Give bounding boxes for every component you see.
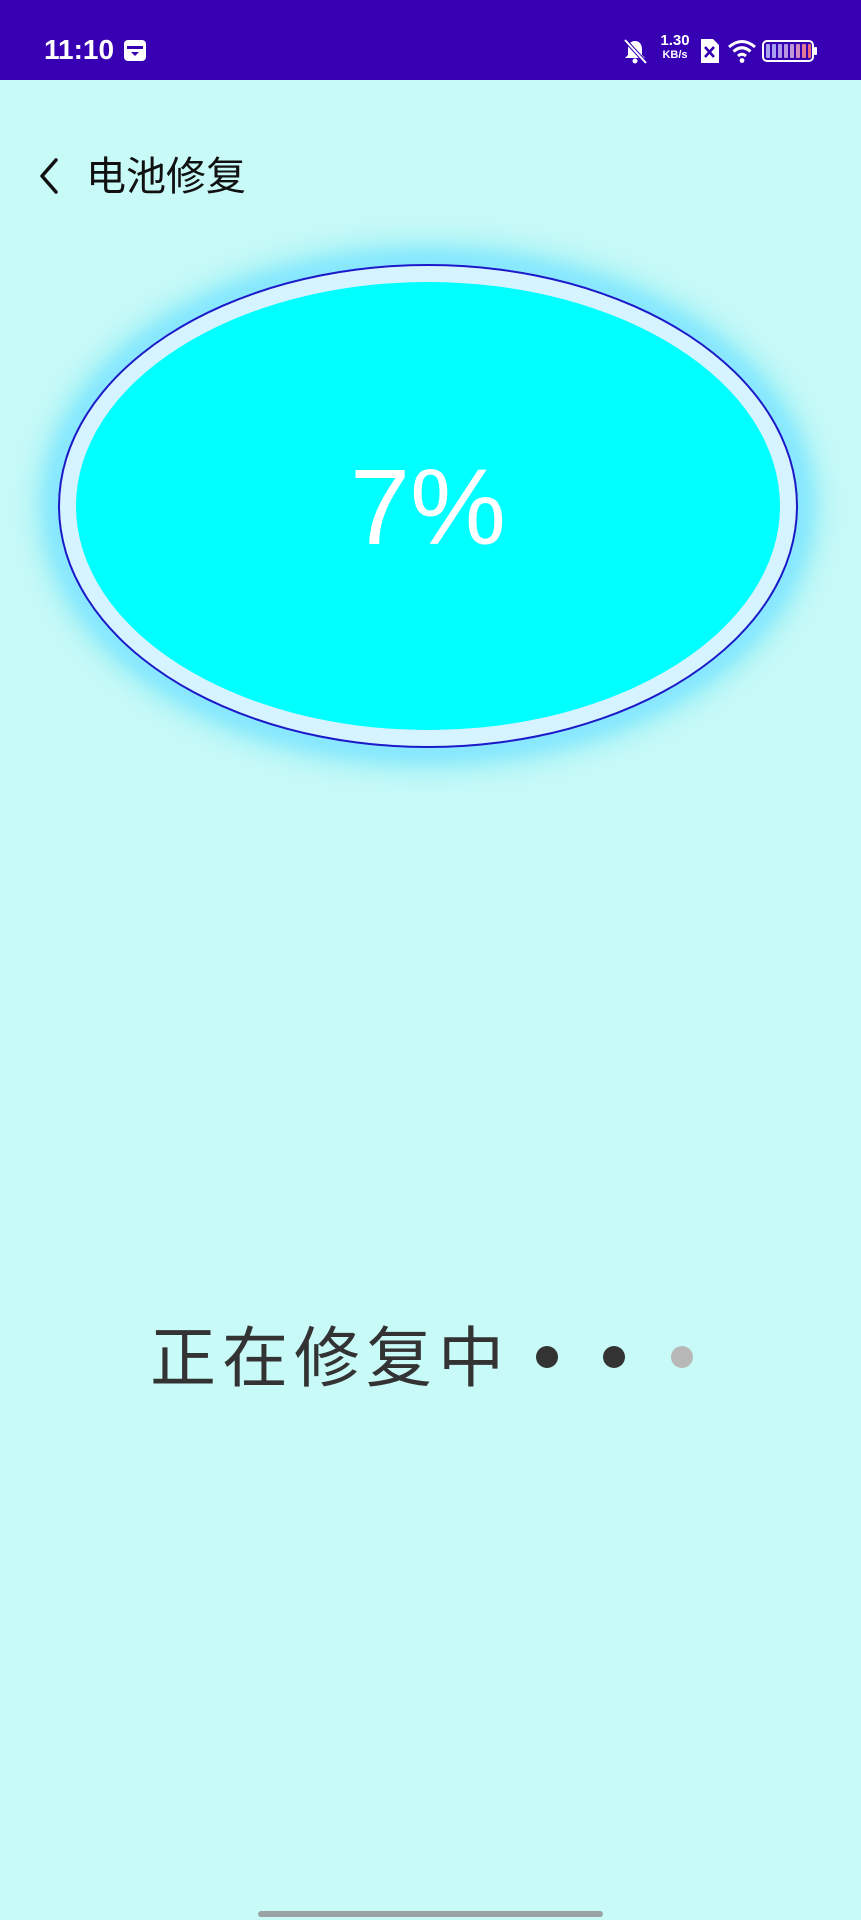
calendar-icon xyxy=(124,40,146,61)
repair-progress-indicator: 7% xyxy=(58,264,798,748)
loading-dot xyxy=(603,1346,625,1368)
progress-percentage: 7% xyxy=(349,446,507,567)
network-speed-unit: KB/s xyxy=(662,49,688,61)
repair-status: 正在修复中 xyxy=(150,1324,510,1394)
battery-icon xyxy=(762,40,817,62)
network-speed-value: 1.30 xyxy=(660,32,690,49)
status-time: 11:10 xyxy=(44,34,115,65)
back-button[interactable] xyxy=(28,150,72,202)
bell-off-icon xyxy=(623,38,648,65)
repair-status-text: 正在修复中 xyxy=(150,1320,510,1397)
page-title: 电池修复 xyxy=(86,154,246,200)
network-speed: 1.30 KB/s xyxy=(655,32,695,62)
no-sim-icon xyxy=(701,39,719,63)
loading-dot xyxy=(536,1346,558,1368)
loading-dot xyxy=(671,1346,693,1368)
wifi-icon xyxy=(728,40,756,63)
chevron-left-icon xyxy=(40,158,58,194)
status-bar: 11:10 1.30 KB/s xyxy=(0,0,861,80)
home-indicator[interactable] xyxy=(258,1911,603,1917)
